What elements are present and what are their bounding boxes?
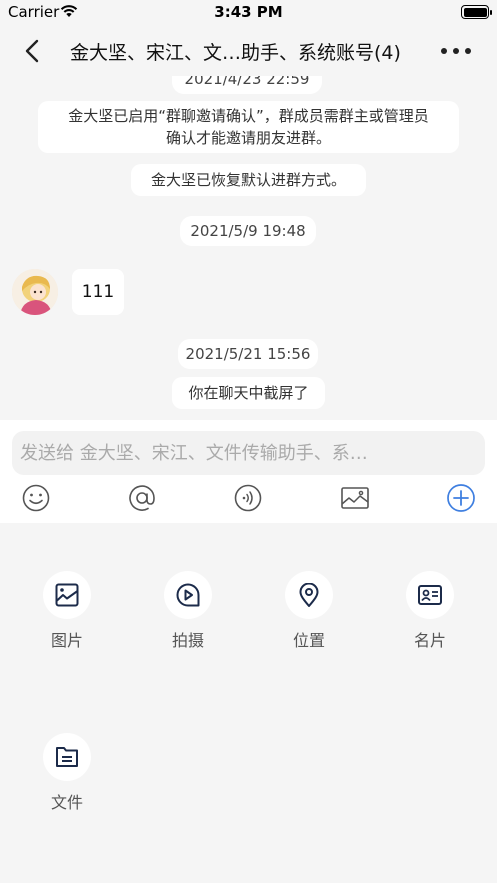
battery-icon [461,5,492,19]
more-options-icon[interactable] [441,48,471,54]
nav-bar: 金大坚、宋江、文…助手、系统账号(4) [0,26,497,76]
message-input[interactable] [12,431,485,475]
image-icon[interactable] [340,483,370,513]
panel-item-picture[interactable]: 图片 [27,571,107,661]
panel-item-label: 位置 [292,631,325,650]
mention-icon[interactable] [127,483,157,513]
voice-icon[interactable] [233,483,263,513]
input-bar [0,420,497,523]
file-icon [56,747,78,767]
avatar-image [12,269,58,315]
panel-icon-bg [406,571,454,619]
panel-icon-bg [43,571,91,619]
system-message: 金大坚已启用“群聊邀请确认”，群成员需群主或管理员 确认才能邀请朋友进群。 [38,101,459,153]
back-chevron-icon[interactable] [22,39,44,63]
camera-play-icon [176,583,200,607]
picture-icon [55,583,79,607]
plus-icon[interactable] [446,483,476,513]
attachment-panel: 图片 拍摄 位置 名片 文件 [0,523,497,883]
timestamp-pill: 2021/5/21 15:56 [178,339,318,369]
avatar[interactable] [12,269,58,315]
clock: 3:43 PM [214,3,283,21]
panel-item-file[interactable]: 文件 [27,733,107,823]
emoji-icon[interactable] [21,483,51,513]
panel-item-label: 拍摄 [171,631,204,650]
chat-messages[interactable]: 2021/4/23 22:59 金大坚已启用“群聊邀请确认”，群成员需群主或管理… [0,76,497,420]
panel-item-location[interactable]: 位置 [269,571,349,661]
panel-item-contact-card[interactable]: 名片 [390,571,470,661]
system-message: 金大坚已恢复默认进群方式。 [131,164,366,196]
panel-icon-bg [164,571,212,619]
panel-icon-bg [285,571,333,619]
message-bubble[interactable]: 111 [72,269,124,315]
chat-title: 金大坚、宋江、文…助手、系统账号(4) [70,42,401,64]
timestamp-pill: 2021/5/9 19:48 [180,216,316,246]
system-message-line: 金大坚已启用“群聊邀请确认”，群成员需群主或管理员 [68,107,429,125]
status-bar: Carrier 3:43 PM [0,0,497,26]
panel-item-label: 图片 [50,631,83,650]
panel-item-label: 文件 [50,793,83,812]
panel-icon-bg [43,733,91,781]
panel-item-label: 名片 [413,631,446,650]
system-message: 你在聊天中截屏了 [172,377,325,409]
contact-card-icon [418,585,442,605]
timestamp-pill: 2021/4/23 22:59 [172,76,322,94]
system-message-line: 确认才能邀请朋友进群。 [165,129,331,147]
location-icon [299,583,319,607]
panel-item-camera[interactable]: 拍摄 [148,571,228,661]
